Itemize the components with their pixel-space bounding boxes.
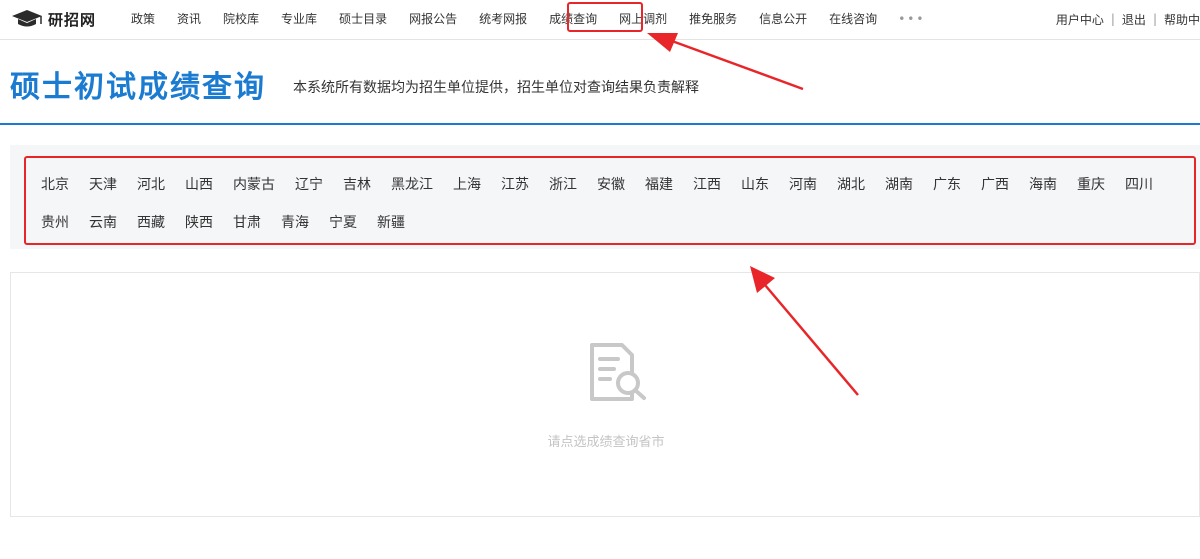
nav-item-news[interactable]: 资讯 bbox=[166, 0, 212, 38]
user-links: 用户中心 | 退出 | 帮助中 bbox=[1056, 0, 1200, 38]
graduation-cap-icon bbox=[12, 10, 42, 27]
document-search-icon bbox=[586, 341, 652, 411]
page-header: 硕士初试成绩查询 本系统所有数据均为招生单位提供，招生单位对查询结果负责解释 bbox=[0, 40, 1200, 125]
highlight-box-provinces bbox=[24, 156, 1196, 245]
highlight-box-score-query bbox=[567, 2, 643, 32]
divider: | bbox=[1152, 12, 1157, 26]
nav-item-majors[interactable]: 专业库 bbox=[270, 0, 328, 38]
site-logo[interactable]: 研招网 bbox=[10, 8, 96, 30]
more-icon[interactable]: ••• bbox=[888, 0, 925, 38]
result-area: 请点选成绩查询省市 bbox=[10, 272, 1200, 517]
page-subtitle: 本系统所有数据均为招生单位提供，招生单位对查询结果负责解释 bbox=[293, 80, 699, 96]
logout-link[interactable]: 退出 bbox=[1122, 11, 1146, 28]
nav-item-announcements[interactable]: 网报公告 bbox=[398, 0, 468, 38]
nav-item-disclosure[interactable]: 信息公开 bbox=[748, 0, 818, 38]
nav-item-policy[interactable]: 政策 bbox=[120, 0, 166, 38]
nav-item-recommendation[interactable]: 推免服务 bbox=[678, 0, 748, 38]
nav-item-registration[interactable]: 统考网报 bbox=[468, 0, 538, 38]
page-title: 硕士初试成绩查询 bbox=[10, 70, 266, 105]
nav-item-consult[interactable]: 在线咨询 bbox=[818, 0, 888, 38]
nav-item-catalog[interactable]: 硕士目录 bbox=[328, 0, 398, 38]
help-link[interactable]: 帮助中 bbox=[1164, 11, 1200, 28]
user-center-link[interactable]: 用户中心 bbox=[1056, 11, 1104, 28]
empty-hint: 请点选成绩查询省市 bbox=[547, 435, 665, 450]
divider: | bbox=[1110, 12, 1115, 26]
nav-item-schools[interactable]: 院校库 bbox=[212, 0, 270, 38]
logo-text: 研招网 bbox=[48, 10, 97, 29]
nav-menu: 政策 资讯 院校库 专业库 硕士目录 网报公告 统考网报 成绩查询 网上调剂 推… bbox=[120, 0, 925, 38]
